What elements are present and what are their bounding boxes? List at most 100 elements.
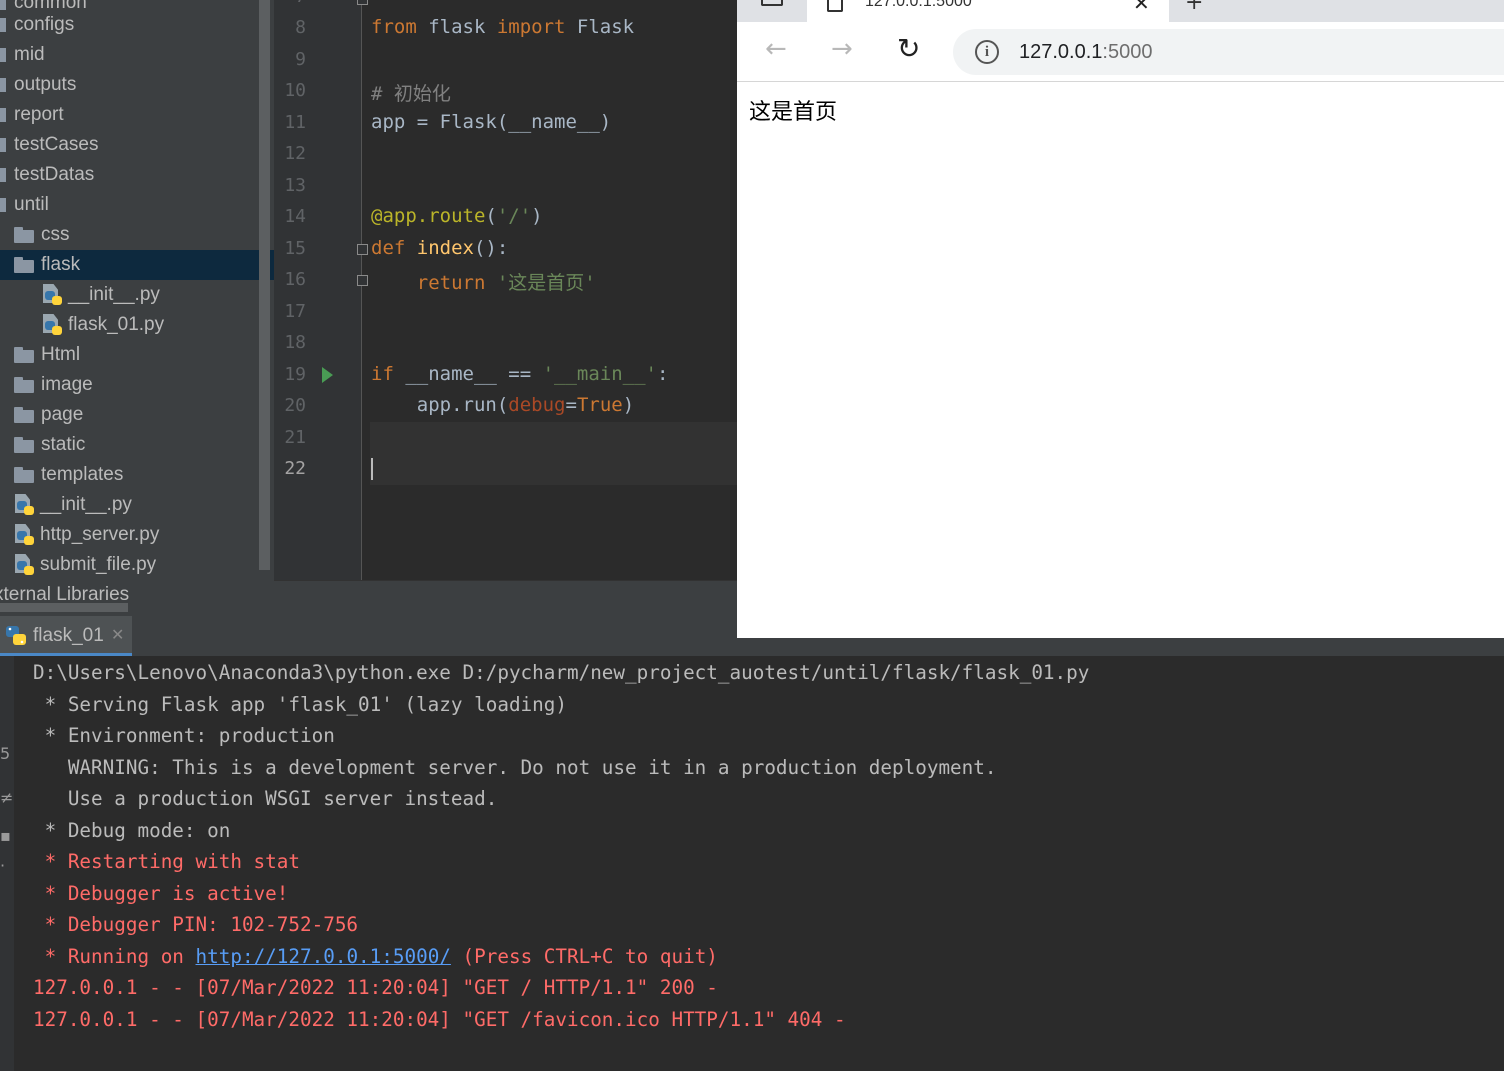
- tree-item-static[interactable]: static: [0, 430, 274, 460]
- tree-item-label: static: [41, 434, 86, 455]
- url-host: 127.0.0.1: [1019, 41, 1103, 63]
- close-tab-icon[interactable]: ✕: [1133, 0, 1150, 15]
- line-number: 21: [284, 427, 306, 448]
- run-tab-label: flask_01: [33, 625, 104, 646]
- folder-icon: [14, 467, 34, 483]
- tree-item-flask-01-py[interactable]: flask_01.py: [0, 310, 274, 340]
- python-file-icon: [14, 554, 34, 576]
- forward-button[interactable]: →: [831, 34, 853, 64]
- tree-item-label: until: [14, 194, 49, 215]
- line-number: 19: [284, 364, 306, 385]
- tree-item-label: __init__.py: [68, 284, 160, 305]
- folder-icon: [0, 198, 6, 212]
- console-line: 127.0.0.1 - - [07/Mar/2022 11:20:04] "GE…: [33, 976, 718, 999]
- tree-item-label: submit_file.py: [40, 554, 157, 575]
- line-number: 16: [284, 269, 306, 290]
- console-line: D:\Users\Lenovo\Anaconda3\python.exe D:/…: [33, 661, 1090, 684]
- console-toolbar: 5 ≠ ▪ ·: [0, 656, 14, 1071]
- line-number: 8: [295, 17, 306, 38]
- tree-item-label: templates: [41, 464, 124, 485]
- code-line-8: from flask import Flask: [371, 16, 635, 38]
- python-file-icon: [42, 314, 62, 336]
- line-number: 15: [284, 238, 306, 259]
- tree-item-image[interactable]: image: [0, 370, 274, 400]
- settings-icon[interactable]: ≠: [0, 788, 13, 807]
- fold-marker-icon[interactable]: [357, 0, 368, 5]
- python-file-icon: [42, 284, 62, 306]
- tree-item-report[interactable]: report: [0, 100, 274, 130]
- url-text[interactable]: 127.0.0.1:5000: [1019, 41, 1152, 64]
- tab-actions-icon[interactable]: [757, 0, 785, 12]
- tree-item-until[interactable]: until: [0, 190, 274, 220]
- tree-item-templates[interactable]: templates: [0, 460, 274, 490]
- tree-item-outputs[interactable]: outputs: [0, 70, 274, 100]
- line-number: 20: [284, 395, 306, 416]
- tree-item-html[interactable]: Html: [0, 340, 274, 370]
- tree-item-http-server-py[interactable]: http_server.py: [0, 520, 274, 550]
- folder-icon: [0, 168, 6, 182]
- line-number-current: 22: [284, 458, 306, 479]
- server-url-link[interactable]: http://127.0.0.1:5000/: [196, 945, 451, 968]
- folder-icon: [14, 407, 34, 423]
- code-editor[interactable]: 7 8 9 10 11 12 13 14 15 16 17 18 19 20 2…: [274, 0, 737, 616]
- fold-marker-icon[interactable]: [357, 244, 368, 255]
- tree-item-label: outputs: [14, 74, 77, 95]
- tree-item-label: mid: [14, 44, 45, 65]
- console-line: 127.0.0.1 - - [07/Mar/2022 11:20:04] "GE…: [33, 1008, 846, 1031]
- tree-item-page[interactable]: page: [0, 400, 274, 430]
- close-icon[interactable]: ✕: [111, 625, 124, 644]
- console-line: * Restarting with stat: [33, 850, 300, 873]
- line-number: 17: [284, 301, 306, 322]
- tree-item-flask-init-py[interactable]: __init__.py: [0, 280, 274, 310]
- run-gutter-icon[interactable]: [322, 367, 333, 383]
- code-line-11: app = Flask(__name__): [371, 111, 612, 133]
- editor-status-strip: [274, 580, 737, 616]
- folder-icon: [0, 108, 6, 122]
- tree-item-submit-file-py[interactable]: submit_file.py: [0, 550, 274, 580]
- new-tab-button[interactable]: +: [1185, 0, 1203, 15]
- line-number: 12: [284, 143, 306, 164]
- address-bar[interactable]: i 127.0.0.1:5000: [953, 29, 1504, 75]
- tree-vertical-scrollbar[interactable]: [259, 0, 270, 570]
- browser-window: 127.0.0.1:5000 ✕ + ← → ↻ i 127.0.0.1:500…: [737, 0, 1504, 638]
- tree-item-mid[interactable]: mid: [0, 40, 274, 70]
- tree-horizontal-scrollbar[interactable]: [0, 603, 128, 612]
- code-line-19: if __name__ == '__main__':: [371, 363, 669, 385]
- tree-item-flask[interactable]: flask: [0, 250, 274, 280]
- project-tool-window: common configs mid outputs report testCa…: [0, 0, 274, 616]
- tree-item-until-init-py[interactable]: __init__.py: [0, 490, 274, 520]
- console-line: * Debugger is active!: [33, 882, 289, 905]
- pin-icon[interactable]: ·: [0, 856, 5, 875]
- browser-tab-strip: 127.0.0.1:5000 ✕ +: [737, 0, 1504, 22]
- tree-item-testdatas[interactable]: testDatas: [0, 160, 274, 190]
- fold-marker-icon[interactable]: [357, 275, 368, 286]
- tab-title: 127.0.0.1:5000: [865, 0, 972, 10]
- run-tab-flask-01[interactable]: flask_01 ✕: [0, 616, 132, 656]
- back-button[interactable]: ←: [765, 34, 787, 64]
- rerun-icon[interactable]: 5: [0, 744, 10, 763]
- run-console[interactable]: 5 ≠ ▪ · D:\Users\Lenovo\Anaconda3\python…: [0, 656, 1504, 1071]
- browser-tab-active[interactable]: 127.0.0.1:5000 ✕: [807, 0, 1169, 22]
- line-number: 14: [284, 206, 306, 227]
- code-line-14: @app.route('/'): [371, 205, 543, 227]
- page-content-text: 这是首页: [749, 100, 838, 125]
- code-line-10: # 初始化: [371, 83, 451, 105]
- site-info-icon[interactable]: i: [975, 40, 999, 64]
- gutter-divider: [361, 0, 362, 580]
- reload-button[interactable]: ↻: [897, 34, 920, 64]
- tree-item-label: flask_01.py: [68, 314, 165, 335]
- browser-toolbar: ← → ↻ i 127.0.0.1:5000: [737, 22, 1504, 82]
- print-icon[interactable]: ▪: [0, 826, 11, 845]
- folder-icon: [14, 377, 34, 393]
- console-line: Use a production WSGI server instead.: [33, 787, 498, 810]
- tree-item-label: http_server.py: [40, 524, 160, 545]
- run-tool-window-header: flask_01 ✕: [0, 616, 737, 656]
- folder-icon: [0, 18, 6, 32]
- page-icon: [827, 0, 843, 12]
- console-line: WARNING: This is a development server. D…: [33, 756, 997, 779]
- line-number: 7: [274, 0, 306, 7]
- tree-item-configs[interactable]: configs: [0, 10, 274, 40]
- tree-item-testcases[interactable]: testCases: [0, 130, 274, 160]
- folder-icon: [14, 227, 34, 243]
- tree-item-css[interactable]: css: [0, 220, 274, 250]
